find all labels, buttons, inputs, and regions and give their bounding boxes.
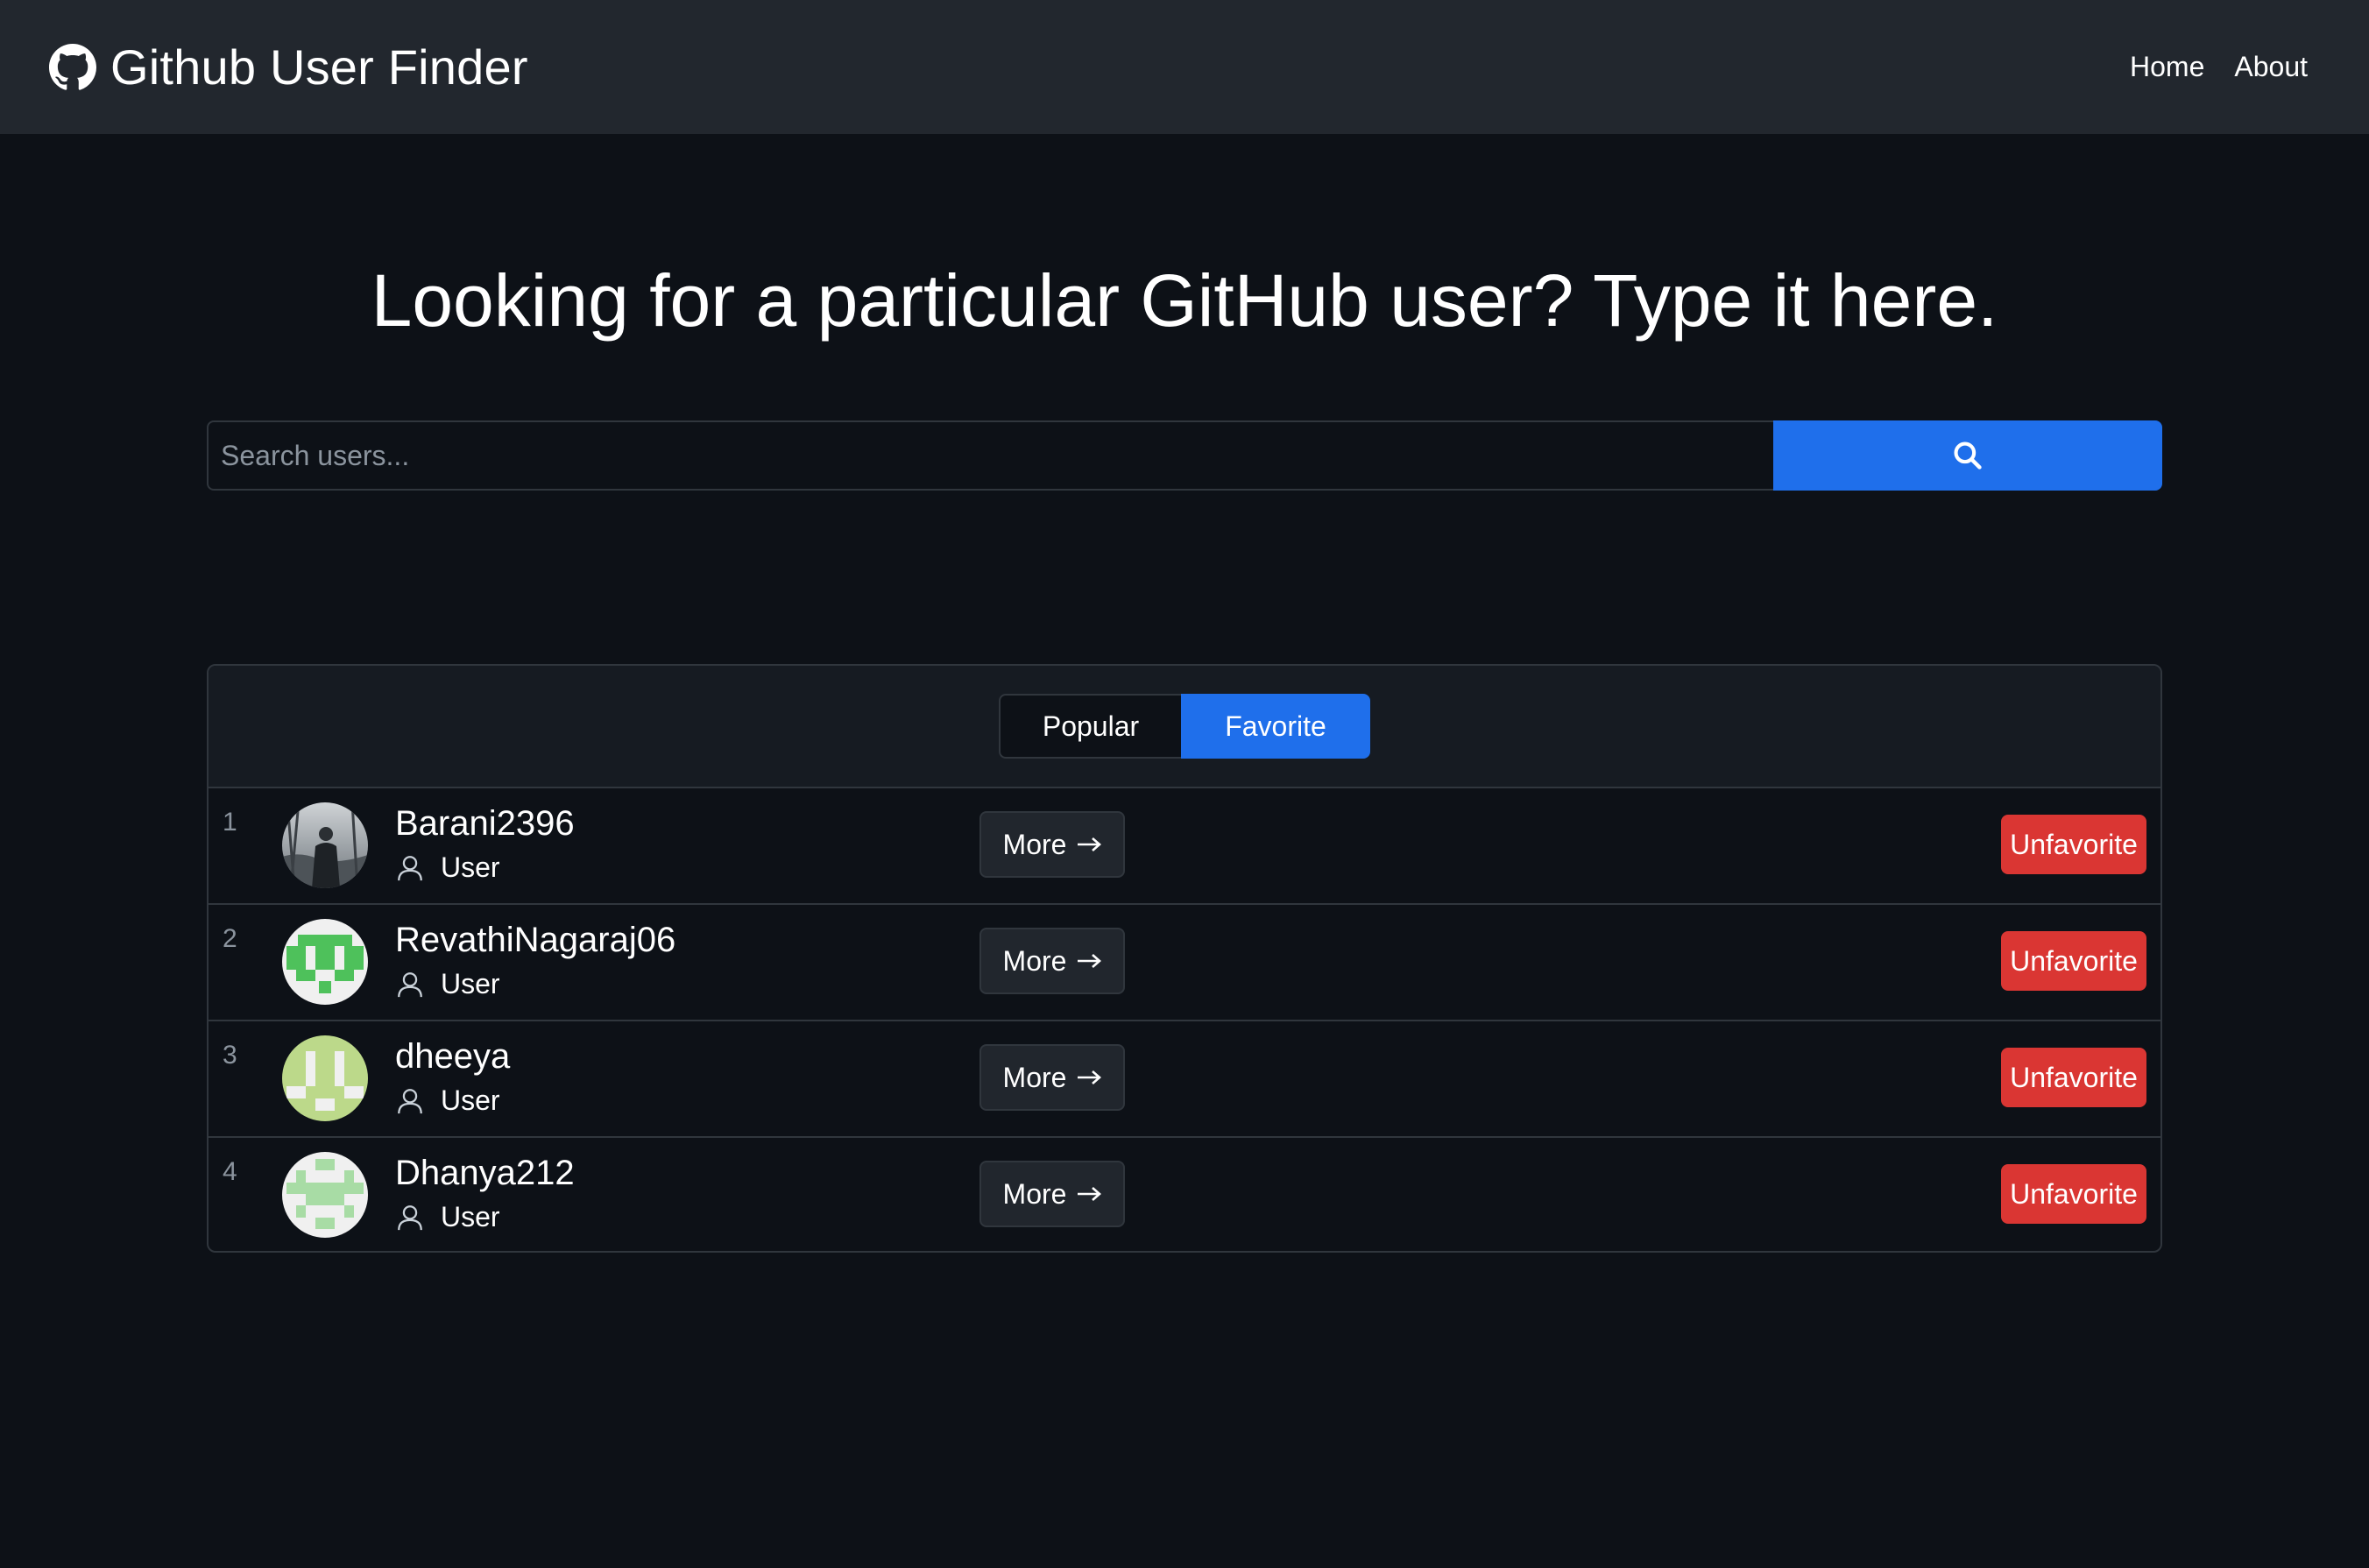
user-type: User (395, 968, 500, 1000)
avatar (282, 1152, 368, 1238)
person-icon (398, 855, 422, 880)
avatar (282, 1035, 368, 1121)
more-button-label: More (1002, 944, 1067, 977)
user-type: User (395, 851, 500, 884)
person-icon (398, 1088, 422, 1113)
unfavorite-button[interactable]: Unfavorite (2001, 931, 2146, 991)
row-index: 4 (223, 1157, 237, 1186)
list-item: 3 dheeya User More Unfavorite (209, 1021, 2160, 1138)
arrow-right-icon (1078, 1187, 1102, 1201)
unfavorite-button[interactable]: Unfavorite (2001, 1048, 2146, 1107)
nav-home-link[interactable]: Home (2130, 51, 2204, 83)
more-button[interactable]: More (979, 1161, 1125, 1227)
more-button[interactable]: More (979, 928, 1125, 994)
search-button[interactable] (1773, 420, 2162, 491)
identicon-image (282, 919, 368, 1005)
user-type-label: User (441, 968, 500, 999)
more-button-label: More (1002, 1177, 1067, 1210)
arrow-right-icon (1078, 954, 1102, 968)
person-icon (398, 1204, 422, 1230)
identicon-image (282, 1152, 368, 1238)
github-icon (49, 43, 96, 90)
row-index: 2 (223, 924, 237, 953)
app-title: Github User Finder (110, 39, 528, 95)
more-button-label: More (1002, 1061, 1067, 1093)
more-button[interactable]: More (979, 811, 1125, 878)
unfavorite-button[interactable]: Unfavorite (2001, 1164, 2146, 1224)
unfavorite-button[interactable]: Unfavorite (2001, 815, 2146, 874)
username[interactable]: RevathiNagaraj06 (395, 921, 675, 960)
search-input[interactable] (207, 420, 1773, 491)
username[interactable]: dheeya (395, 1037, 510, 1077)
page-title: Looking for a particular GitHub user? Ty… (371, 259, 1998, 342)
tab-popular[interactable]: Popular (999, 694, 1181, 759)
user-type: User (395, 1084, 500, 1117)
tab-favorite[interactable]: Favorite (1181, 694, 1370, 759)
user-type-label: User (441, 1201, 500, 1233)
user-type-label: User (441, 1084, 500, 1116)
users-card: Popular Favorite 1 Barani2396 User More … (207, 664, 2162, 1253)
username[interactable]: Barani2396 (395, 804, 575, 844)
arrow-right-icon (1078, 837, 1102, 851)
row-index: 1 (223, 808, 237, 837)
more-button[interactable]: More (979, 1044, 1125, 1111)
search-bar (207, 420, 2162, 491)
nav-links: Home About (2130, 51, 2308, 83)
tab-group: Popular Favorite (999, 694, 1370, 759)
card-header: Popular Favorite (209, 666, 2160, 788)
list-item: 2 RevathiNagaraj06 User More Unfavorite (209, 905, 2160, 1021)
list-item: 4 Dhanya212 User More Unfavorite (209, 1138, 2160, 1251)
user-type: User (395, 1201, 500, 1233)
brand[interactable]: Github User Finder (49, 39, 528, 95)
avatar (282, 802, 368, 888)
username[interactable]: Dhanya212 (395, 1154, 575, 1193)
row-index: 3 (223, 1041, 237, 1070)
identicon-image (282, 1035, 368, 1121)
search-icon (1954, 441, 1982, 470)
list-item: 1 Barani2396 User More Unfavorite (209, 788, 2160, 905)
nav-about-link[interactable]: About (2234, 51, 2308, 83)
avatar (282, 919, 368, 1005)
navbar: Github User Finder Home About (0, 0, 2369, 134)
more-button-label: More (1002, 828, 1067, 860)
person-icon (398, 971, 422, 997)
avatar-photo-image (282, 802, 368, 888)
user-type-label: User (441, 851, 500, 883)
arrow-right-icon (1078, 1070, 1102, 1084)
